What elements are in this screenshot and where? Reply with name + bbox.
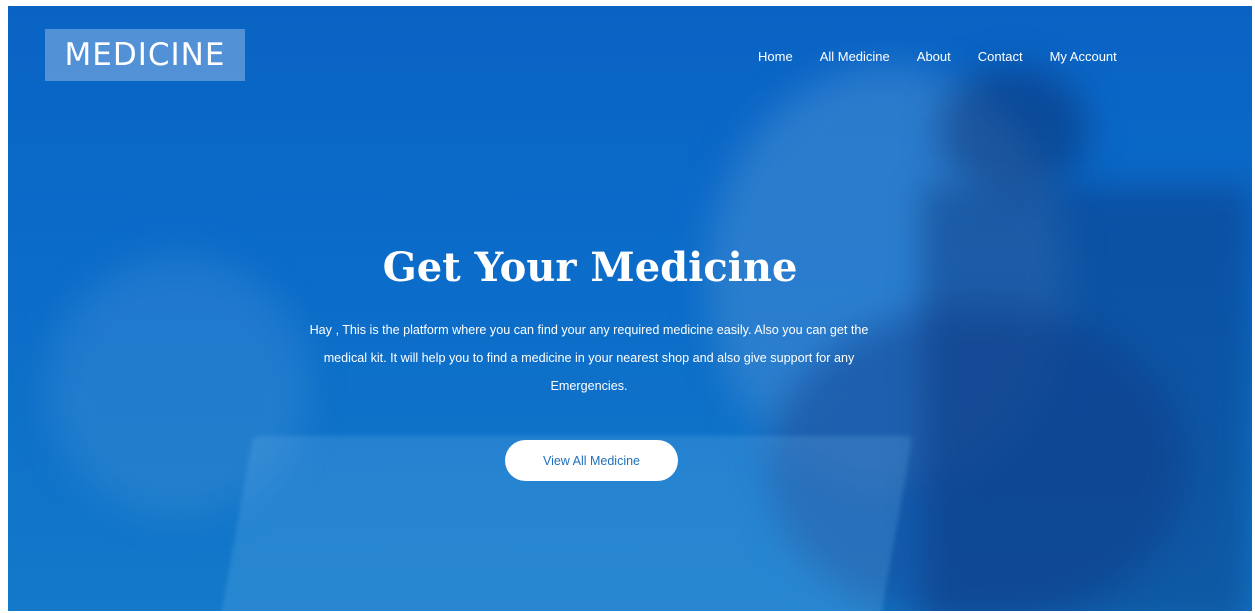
hero-background-headphones (938, 66, 1088, 196)
hero-description: Hay , This is the platform where you can… (309, 323, 869, 393)
nav-item-home[interactable]: Home (758, 49, 793, 64)
hero-title: Get Your Medicine (382, 244, 798, 291)
main-nav: Home All Medicine About Contact My Accou… (758, 46, 1144, 66)
nav-item-my-account[interactable]: My Account (1050, 49, 1117, 64)
nav-item-contact[interactable]: Contact (978, 49, 1023, 64)
hero-section: MEDICINE Home All Medicine About Contact… (8, 6, 1252, 611)
page-frame: MEDICINE Home All Medicine About Contact… (0, 0, 1255, 613)
nav-item-all-medicine[interactable]: All Medicine (820, 49, 890, 64)
site-logo[interactable]: MEDICINE (45, 29, 245, 81)
nav-item-about[interactable]: About (917, 49, 951, 64)
view-all-medicine-button[interactable]: View All Medicine (505, 440, 678, 481)
